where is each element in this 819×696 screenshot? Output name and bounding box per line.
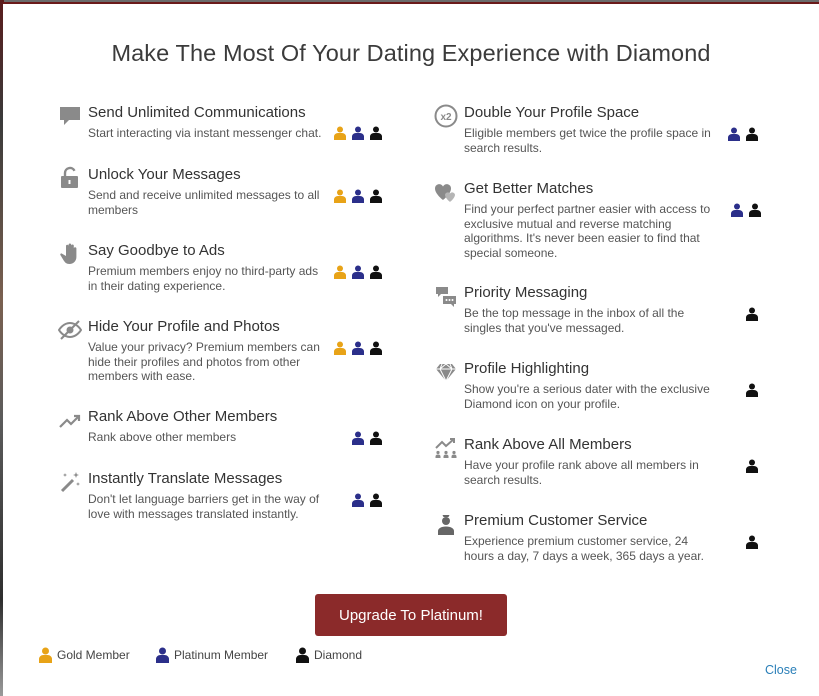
feature-title: Unlock Your Messages bbox=[88, 166, 241, 183]
legend-diamond: Diamond bbox=[296, 647, 362, 663]
legend-gold: Gold Member bbox=[39, 647, 130, 663]
tier-indicators bbox=[746, 459, 758, 473]
tier-indicators bbox=[334, 126, 382, 140]
feature-title: Send Unlimited Communications bbox=[88, 104, 306, 121]
trending-up-icon bbox=[58, 408, 82, 432]
magic-wand-icon bbox=[58, 470, 82, 494]
tier-indicators bbox=[352, 431, 382, 445]
customer-service-icon bbox=[434, 512, 458, 536]
upgrade-modal: Make The Most Of Your Dating Experience … bbox=[3, 2, 819, 696]
tier-indicators bbox=[334, 341, 382, 355]
platinum-member-icon bbox=[731, 203, 743, 217]
feature-description: Value your privacy? Premium members can … bbox=[88, 340, 320, 383]
feature-description: Experience premium customer service, 24 … bbox=[464, 534, 704, 563]
feature-title: Instantly Translate Messages bbox=[88, 470, 283, 487]
gold-member-icon bbox=[39, 647, 52, 663]
close-link[interactable]: Close bbox=[765, 663, 797, 677]
feature-profile-highlighting: Profile Highlighting Show you're a serio… bbox=[434, 360, 764, 415]
platinum-member-icon bbox=[156, 647, 169, 663]
tier-indicators bbox=[334, 265, 382, 279]
unlock-icon bbox=[58, 166, 82, 190]
platinum-member-icon bbox=[352, 189, 364, 203]
feature-get-better-matches: Get Better Matches Find your perfect par… bbox=[434, 180, 764, 265]
diamond-member-icon bbox=[749, 203, 761, 217]
feature-description: Rank above other members bbox=[88, 430, 237, 444]
feature-description: Be the top message in the inbox of all t… bbox=[464, 306, 685, 335]
hand-icon bbox=[58, 242, 82, 266]
legend-label: Platinum Member bbox=[174, 648, 269, 662]
x2-icon: x2 bbox=[434, 104, 458, 128]
svg-text:x2: x2 bbox=[440, 112, 452, 123]
tier-indicators bbox=[334, 189, 382, 203]
gold-member-icon bbox=[334, 189, 346, 203]
feature-priority-messaging: Priority Messaging Be the top message in… bbox=[434, 284, 764, 339]
gold-member-icon bbox=[334, 126, 346, 140]
feature-double-profile-space: x2 Double Your Profile Space Eligible me… bbox=[434, 104, 764, 159]
chat-bubble-icon bbox=[58, 104, 82, 128]
diamond-member-icon bbox=[370, 126, 382, 140]
gold-member-icon bbox=[334, 341, 346, 355]
feature-description: Find your perfect partner easier with ac… bbox=[464, 202, 711, 260]
tier-indicators bbox=[746, 383, 758, 397]
legend-platinum: Platinum Member bbox=[156, 647, 268, 663]
hearts-icon bbox=[434, 180, 458, 204]
feature-title: Hide Your Profile and Photos bbox=[88, 318, 280, 335]
feature-title: Premium Customer Service bbox=[464, 512, 648, 529]
feature-instantly-translate-messages: Instantly Translate Messages Don't let l… bbox=[58, 470, 388, 530]
gold-member-icon bbox=[334, 265, 346, 279]
feature-rank-above-other-members: Rank Above Other Members Rank above othe… bbox=[58, 408, 388, 458]
hidden-eye-icon bbox=[58, 318, 82, 342]
feature-premium-customer-service: Premium Customer Service Experience prem… bbox=[434, 512, 764, 567]
legend-label: Gold Member bbox=[57, 648, 130, 662]
tier-indicators bbox=[731, 203, 761, 217]
tier-indicators bbox=[352, 493, 382, 507]
diamond-member-icon bbox=[370, 431, 382, 445]
diamond-member-icon bbox=[746, 127, 758, 141]
priority-message-icon bbox=[434, 284, 458, 308]
feature-title: Double Your Profile Space bbox=[464, 104, 640, 121]
feature-description: Eligible members get twice the profile s… bbox=[464, 126, 711, 155]
tier-indicators bbox=[728, 127, 758, 141]
diamond-member-icon bbox=[370, 189, 382, 203]
diamond-member-icon bbox=[746, 459, 758, 473]
tier-indicators bbox=[746, 307, 758, 321]
diamond-member-icon bbox=[746, 535, 758, 549]
platinum-member-icon bbox=[352, 126, 364, 140]
platinum-member-icon bbox=[728, 127, 740, 141]
diamond-icon bbox=[434, 360, 458, 384]
platinum-member-icon bbox=[352, 493, 364, 507]
diamond-member-icon bbox=[370, 493, 382, 507]
feature-title: Rank Above All Members bbox=[464, 436, 632, 453]
feature-description: Send and receive unlimited messages to a… bbox=[88, 188, 320, 217]
modal-title: Make The Most Of Your Dating Experience … bbox=[111, 40, 711, 66]
legend-label: Diamond bbox=[314, 648, 363, 662]
feature-title: Get Better Matches bbox=[464, 180, 594, 197]
feature-title: Priority Messaging bbox=[464, 284, 588, 301]
feature-description: Premium members enjoy no third-party ads… bbox=[88, 264, 319, 293]
feature-title: Rank Above Other Members bbox=[88, 408, 278, 425]
platinum-member-icon bbox=[352, 265, 364, 279]
diamond-member-icon bbox=[370, 265, 382, 279]
feature-description: Don't let language barriers get in the w… bbox=[88, 492, 320, 521]
feature-description: Start interacting via instant messenger … bbox=[88, 126, 322, 140]
feature-title: Profile Highlighting bbox=[464, 360, 590, 377]
upgrade-to-platinum-button[interactable]: Upgrade To Platinum! bbox=[315, 594, 507, 636]
diamond-member-icon bbox=[746, 307, 758, 321]
feature-description: Have your profile rank above all members… bbox=[464, 458, 699, 487]
tier-indicators bbox=[746, 535, 758, 549]
feature-rank-above-all-members: Rank Above All Members Have your profile… bbox=[434, 436, 764, 491]
feature-description: Show you're a serious dater with the exc… bbox=[464, 382, 710, 411]
diamond-member-icon bbox=[296, 647, 309, 663]
diamond-member-icon bbox=[746, 383, 758, 397]
platinum-member-icon bbox=[352, 341, 364, 355]
rank-people-icon bbox=[434, 436, 458, 460]
diamond-member-icon bbox=[370, 341, 382, 355]
platinum-member-icon bbox=[352, 431, 364, 445]
feature-title: Say Goodbye to Ads bbox=[88, 242, 225, 259]
